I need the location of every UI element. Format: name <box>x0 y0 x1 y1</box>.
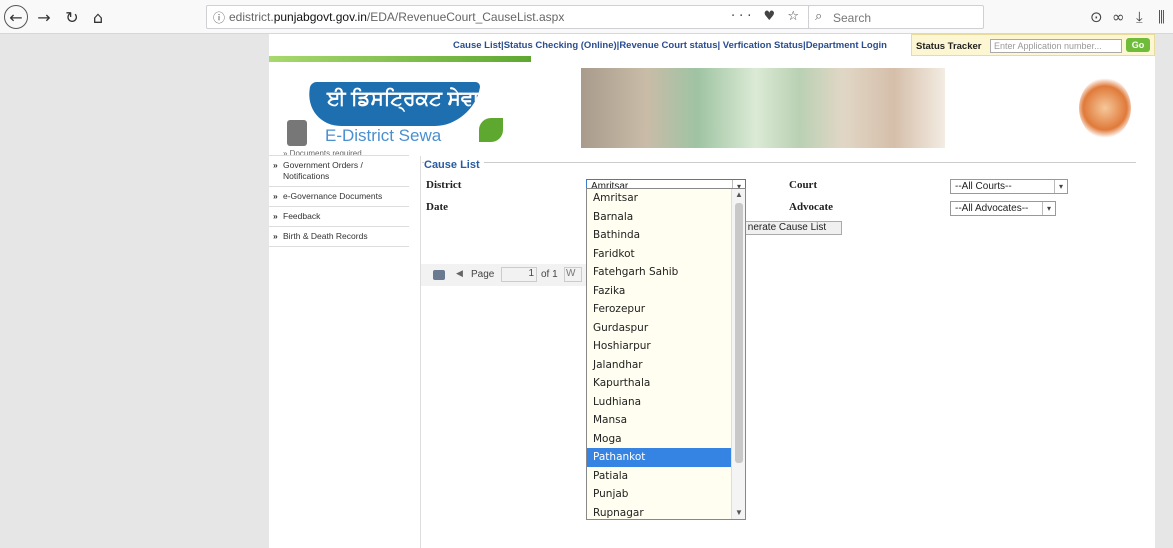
logo-english-text: E-District Sewa <box>325 126 442 145</box>
history-icon[interactable]: ⊙ <box>1090 8 1103 26</box>
reload-icon[interactable]: ↻ <box>60 5 84 29</box>
district-option[interactable]: Patiala <box>587 467 731 486</box>
sidebar-item-label: Government Orders / Notifications <box>283 160 363 181</box>
court-value: --All Courts-- <box>955 181 1012 192</box>
url-text: edistrict.punjabgovt.gov.in/EDA/RevenueC… <box>229 10 565 24</box>
district-option[interactable]: Mansa <box>587 411 731 430</box>
leaf-icon <box>479 118 503 142</box>
status-tracker-label: Status Tracker <box>916 41 982 52</box>
district-option[interactable]: Fatehgarh Sahib <box>587 263 731 282</box>
date-label: Date <box>426 201 448 213</box>
district-dropdown-list[interactable]: Amritsar Barnala Bathinda Faridkot Fatehgarh… <box>586 188 746 520</box>
logo-punjabi-text: ਈ ਡਿਸਟ੍ਰਿਕਟ ਸੇਵਾ <box>327 88 480 110</box>
advocate-label: Advocate <box>789 201 833 213</box>
go-button[interactable]: Go <box>1126 38 1150 52</box>
page-number-input[interactable]: 1 <box>501 267 537 282</box>
scroll-down-icon[interactable]: ▼ <box>735 508 743 517</box>
home-icon[interactable]: ⌂ <box>86 5 110 29</box>
url-bar[interactable]: ⓘ edistrict.punjabgovt.gov.in/EDA/Revenu… <box>206 5 812 29</box>
generate-cause-list-button[interactable]: nerate Cause List <box>732 221 842 235</box>
arrow-icon: » <box>273 231 278 241</box>
back-icon[interactable]: ← <box>4 5 28 29</box>
cause-list-legend: Cause List <box>424 159 484 171</box>
search-placeholder: Search <box>833 11 872 25</box>
district-option[interactable]: Fazika <box>587 282 731 301</box>
info-icon[interactable]: ⓘ <box>213 9 225 26</box>
emblem-icon <box>287 120 307 146</box>
district-option[interactable]: Jalandhar <box>587 356 731 375</box>
district-option[interactable]: Pathankot <box>587 448 731 467</box>
district-option[interactable]: Kapurthala <box>587 374 731 393</box>
sidebar-item-label: e-Governance Documents <box>283 191 383 201</box>
main-content: Cause List District Amritsar ▾ Court --A… <box>420 156 1155 548</box>
status-tracker: Status Tracker Enter Application number.… <box>911 34 1155 56</box>
sidebar-item-feedback[interactable]: » Feedback <box>269 207 409 227</box>
library-icon[interactable]: ⫼ <box>1158 8 1165 26</box>
punjab-seal-icon <box>1079 78 1131 138</box>
cause-list-fieldset: Cause List District Amritsar ▾ Court --A… <box>422 159 1136 235</box>
district-option[interactable]: Ferozepur <box>587 300 731 319</box>
application-number-input[interactable]: Enter Application number... <box>990 39 1122 53</box>
sidebar-item-documents[interactable]: » Documents required <box>269 148 409 156</box>
chevron-down-icon: ▾ <box>1042 202 1055 215</box>
sidebar-item-egovernance[interactable]: » e-Governance Documents <box>269 187 409 207</box>
sidebar-item-birth-death[interactable]: » Birth & Death Records <box>269 227 409 247</box>
search-input[interactable]: ⌕ Search <box>808 5 984 29</box>
glasses-icon[interactable]: ∞ <box>1112 8 1125 26</box>
page-background <box>0 34 269 548</box>
browser-toolbar: ← → ↻ ⌂ ⓘ edistrict.punjabgovt.gov.in/ED… <box>0 0 1173 34</box>
advocate-value: --All Advocates-- <box>955 203 1029 214</box>
download-icon[interactable]: ⤓ <box>1136 8 1143 26</box>
district-option[interactable]: Rupnagar <box>587 504 731 520</box>
previous-page-icon[interactable]: ◀ <box>456 268 463 279</box>
district-option[interactable]: Hoshiarpur <box>587 337 731 356</box>
district-label: District <box>426 179 462 191</box>
print-icon[interactable] <box>433 270 445 280</box>
district-option[interactable]: Faridkot <box>587 245 731 264</box>
scrollbar-thumb[interactable] <box>735 203 743 463</box>
e-district-logo: ਈ ਡਿਸਟ੍ਰਿਕਟ ਸੇਵਾ E-District Sewa <box>277 82 513 156</box>
district-option[interactable]: Barnala <box>587 208 731 227</box>
district-option[interactable]: Gurdaspur <box>587 319 731 338</box>
sidebar-item-label: Birth & Death Records <box>283 231 368 241</box>
banner-photo-collage <box>581 68 945 148</box>
arrow-icon: » <box>273 191 278 201</box>
sidebar-item-label: Feedback <box>283 211 321 221</box>
page-actions-icon[interactable]: ··· ♥ ☆ <box>731 9 803 24</box>
court-select[interactable]: --All Courts-- ▾ <box>950 179 1068 194</box>
page-count: of 1 <box>541 269 558 280</box>
scroll-up-icon[interactable]: ▲ <box>735 190 743 199</box>
district-option[interactable]: Bathinda <box>587 226 731 245</box>
chevron-down-icon: ▾ <box>1054 180 1067 193</box>
page-background-right <box>1155 34 1173 548</box>
arrow-icon: » <box>273 160 278 170</box>
district-option[interactable]: Ludhiana <box>587 393 731 412</box>
page-label: Page <box>471 269 495 280</box>
court-label: Court <box>789 179 818 191</box>
dropdown-scrollbar[interactable]: ▲ ▼ <box>731 189 745 519</box>
top-navigation: Cause List|Status Checking (Online)|Reve… <box>269 34 1155 56</box>
district-option[interactable]: Amritsar <box>587 189 731 208</box>
arrow-icon: » <box>273 211 278 221</box>
sidebar-item-government-orders[interactable]: » Government Orders / Notifications <box>269 156 409 187</box>
header-accent-bar <box>269 56 531 62</box>
district-option[interactable]: Moga <box>587 430 731 449</box>
sidebar: » Documents required » Government Orders… <box>269 148 409 247</box>
topnav-links[interactable]: Cause List|Status Checking (Online)|Reve… <box>453 40 887 51</box>
zoom-select[interactable]: W <box>564 267 582 282</box>
advocate-select[interactable]: --All Advocates-- ▾ <box>950 201 1056 216</box>
district-option[interactable]: Punjab <box>587 485 731 504</box>
search-icon: ⌕ <box>815 9 823 24</box>
forward-icon[interactable]: → <box>32 5 56 29</box>
